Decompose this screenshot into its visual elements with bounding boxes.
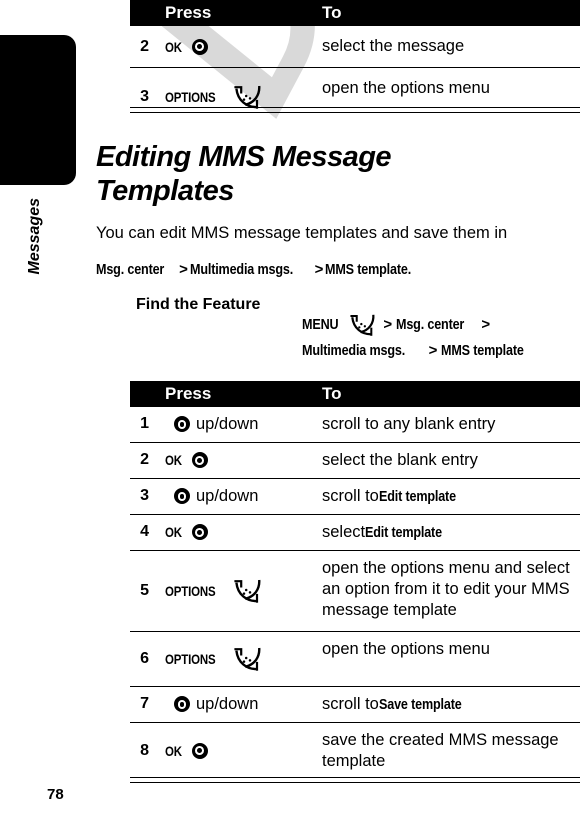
step-number: 2 bbox=[140, 451, 149, 469]
menu-path-item: Msg. center bbox=[396, 316, 465, 333]
table-header-row: Press To bbox=[130, 381, 580, 407]
find-the-feature-path-line2: Multimedia msgs. > MMS template bbox=[302, 339, 580, 363]
menu-path-item: MMS template. bbox=[325, 261, 412, 278]
nav-select-key-icon bbox=[191, 38, 208, 55]
nav-updown-key-icon bbox=[174, 696, 190, 713]
key-label: OPTIONS bbox=[165, 582, 216, 599]
step-action-text: scroll to Save template bbox=[322, 687, 580, 722]
step-action-prefix: scroll to bbox=[322, 694, 379, 713]
document-page: DRAFT Messages 78 Press To 2 OK select t… bbox=[0, 0, 580, 816]
page-content: Press To 2 OK select the message 3 OPTIO… bbox=[0, 0, 580, 816]
menu-item-ref: Save template bbox=[378, 695, 462, 713]
menu-path-item: Msg. center bbox=[96, 261, 165, 278]
key-label: OPTIONS bbox=[165, 650, 216, 667]
nav-select-key-icon bbox=[191, 452, 208, 469]
menu-path-item: Multimedia msgs. bbox=[189, 261, 293, 278]
step-number: 8 bbox=[140, 741, 149, 759]
find-the-feature-label: Find the Feature bbox=[136, 296, 261, 313]
step-action-text: open the options menu bbox=[322, 639, 490, 658]
table-row: 2 OK select the message bbox=[130, 26, 580, 68]
step-number: 6 bbox=[140, 649, 149, 667]
key-label: OK bbox=[165, 38, 182, 55]
key-direction-label: up/down bbox=[196, 414, 259, 433]
path-separator: > bbox=[179, 261, 188, 278]
path-separator: > bbox=[314, 261, 324, 278]
step-press-cell: OK bbox=[152, 723, 322, 779]
path-separator: > bbox=[481, 316, 491, 333]
step-press-cell: up/down bbox=[152, 479, 322, 514]
procedure-table-main: Press To 1 up/down scroll to any blank e… bbox=[130, 381, 580, 779]
table-header-row: Press To bbox=[130, 0, 580, 26]
table-row: 4 OK select Edit template bbox=[130, 515, 580, 551]
menu-item-ref: Edit template bbox=[365, 523, 443, 541]
table-row: 2 OK select the blank entry bbox=[130, 443, 580, 479]
find-the-feature-path-line1: MENU > Msg. center > bbox=[302, 313, 580, 337]
column-header-press: Press bbox=[165, 3, 212, 22]
intro-paragraph: You can edit MMS message templates and s… bbox=[96, 224, 508, 242]
key-label: OPTIONS bbox=[165, 89, 216, 105]
step-press-cell: OK bbox=[152, 443, 322, 478]
step-press-cell: up/down bbox=[152, 687, 322, 722]
step-action-prefix: scroll to bbox=[322, 486, 379, 505]
nav-updown-key-icon bbox=[174, 488, 190, 505]
nav-updown-key-icon bbox=[174, 416, 190, 433]
nav-select-key-icon bbox=[191, 524, 208, 541]
step-number: 1 bbox=[140, 415, 149, 433]
step-action-text: open the options menu and select an opti… bbox=[322, 558, 570, 619]
find-the-feature-path: MENU > Msg. center > Multimedia msgs. > … bbox=[302, 313, 580, 363]
key-direction-label: up/down bbox=[196, 486, 259, 505]
step-number: 7 bbox=[140, 695, 149, 713]
table-row: 7 up/down scroll to Save template bbox=[130, 687, 580, 723]
soft-key-icon bbox=[233, 646, 263, 672]
menu-path-item: MMS template bbox=[441, 342, 525, 359]
key-label: OK bbox=[165, 452, 182, 469]
step-action-text: select Edit template bbox=[322, 515, 580, 550]
step-action-text: scroll to any blank entry bbox=[322, 415, 496, 433]
step-press-cell: OK bbox=[152, 515, 322, 550]
step-press-cell: up/down bbox=[152, 407, 322, 442]
step-number: 5 bbox=[140, 581, 149, 599]
step-press-cell: OPTIONS bbox=[152, 551, 322, 631]
step-action-text: scroll to Edit template bbox=[322, 479, 580, 514]
step-action-text: open the options menu bbox=[322, 79, 490, 97]
column-header-to: To bbox=[322, 3, 342, 22]
table-row: 3 up/down scroll to Edit template bbox=[130, 479, 580, 515]
step-press-cell: OK bbox=[152, 26, 322, 67]
step-press-cell: OPTIONS bbox=[152, 632, 322, 686]
step-press-cell: OPTIONS bbox=[152, 68, 322, 126]
step-number: 2 bbox=[140, 37, 149, 55]
nav-select-key-icon bbox=[191, 742, 208, 759]
column-header-to: To bbox=[322, 384, 342, 403]
step-action-prefix: select bbox=[322, 522, 366, 541]
section-divider-rule bbox=[130, 107, 580, 113]
table-row: 3 OPTIONS open the options menu bbox=[130, 68, 580, 126]
key-label: OK bbox=[165, 524, 182, 541]
step-number: 3 bbox=[140, 88, 149, 105]
soft-key-icon bbox=[233, 578, 263, 604]
page-title: Editing MMS Message Templates bbox=[96, 141, 392, 207]
intro-path-line: Msg. center > Multimedia msgs. > MMS templat… bbox=[96, 258, 580, 281]
table-row: 1 up/down scroll to any blank entry bbox=[130, 407, 580, 443]
step-number: 4 bbox=[140, 523, 149, 541]
step-action-text: save the created MMS message template bbox=[322, 730, 559, 770]
path-separator: > bbox=[383, 316, 393, 333]
menu-item-ref: Edit template bbox=[378, 487, 456, 505]
table-row: 6 OPTIONS open the options menu bbox=[130, 632, 580, 687]
step-action-text: select the blank entry bbox=[322, 450, 478, 469]
key-direction-label: up/down bbox=[196, 694, 259, 713]
key-label: OK bbox=[165, 742, 182, 759]
table-row: 5 OPTIONS open the options menu and sele… bbox=[130, 551, 580, 632]
column-header-press: Press bbox=[165, 384, 212, 403]
menu-path-item: Multimedia msgs. bbox=[302, 342, 406, 359]
table-bottom-rule bbox=[130, 777, 580, 783]
menu-key-label: MENU bbox=[302, 316, 339, 333]
step-action-text: select the message bbox=[322, 37, 465, 56]
path-separator: > bbox=[428, 342, 438, 359]
table-row: 8 OK save the created MMS message templa… bbox=[130, 723, 580, 779]
soft-key-icon bbox=[349, 313, 379, 337]
step-number: 3 bbox=[140, 487, 149, 505]
